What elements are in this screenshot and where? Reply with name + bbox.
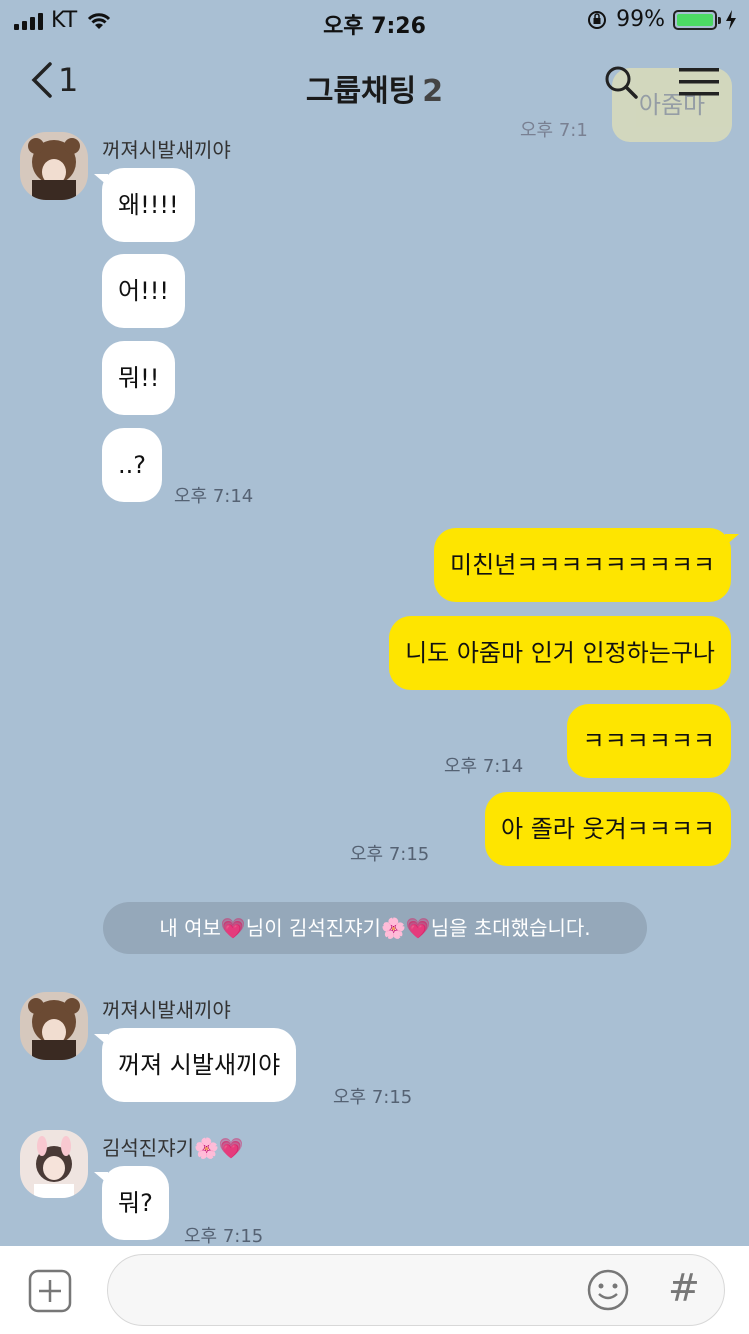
message-input[interactable] [128, 1269, 572, 1315]
message-bubble[interactable]: 꺼져 시발새끼야 [93, 1028, 297, 1102]
my-message-bubble[interactable]: ㅋㅋㅋㅋㅋㅋ [566, 704, 731, 778]
profile-photo-icon [20, 1130, 88, 1198]
timestamp: 오후 7:15 [350, 844, 430, 865]
message-bubble[interactable]: 뭐? [94, 1166, 169, 1240]
message-bubble[interactable]: ..? [102, 428, 162, 502]
charging-icon [726, 9, 736, 30]
my-message-bubble[interactable]: 아 졸라 웃겨ㅋㅋㅋㅋ [485, 792, 731, 866]
timestamp: 오후 7:15 [333, 1087, 413, 1108]
timestamp: 오후 7:14 [174, 486, 254, 507]
message-bubble[interactable]: 왜!!!! [94, 168, 195, 242]
message-bubble[interactable]: 어!!! [102, 254, 185, 328]
input-bar [0, 1246, 749, 1334]
profile-photo-icon [20, 992, 88, 1060]
sender-name: 김석진쟈기🌸💗 [102, 1136, 244, 1160]
rotation-lock-icon [588, 10, 607, 29]
message-bubble[interactable]: 뭐!! [102, 341, 176, 415]
sender-name: 꺼져시발새끼야 [102, 998, 231, 1022]
timestamp: 오후 7:14 [444, 756, 524, 777]
avatar[interactable] [20, 992, 88, 1060]
avatar[interactable] [20, 132, 88, 200]
chat-header: 아줌마 오후 7:1 1 그룹채팅 2 [0, 42, 749, 142]
sender-name: 꺼져시발새끼야 [102, 138, 231, 162]
search-icon[interactable] [603, 64, 639, 100]
hashtag-icon[interactable]: # [668, 1266, 700, 1310]
plus-icon[interactable] [28, 1269, 72, 1313]
system-notice: 내 여보💗님이 김석진쟈기🌸💗님을 초대했습니다. [103, 902, 647, 954]
chat-name: 그룹채팅 [305, 74, 417, 109]
profile-photo-icon [20, 132, 88, 200]
status-bar: KT 오후 7:26 99% [0, 0, 749, 40]
my-message-bubble[interactable]: 미친년ㅋㅋㅋㅋㅋㅋㅋㅋㅋ [434, 528, 739, 602]
member-count: 2 [422, 74, 444, 109]
battery-icon [673, 9, 721, 30]
message-input-field[interactable] [107, 1254, 725, 1326]
timestamp: 오후 7:15 [184, 1226, 264, 1247]
battery-percent: 99% [616, 7, 665, 32]
my-message-bubble[interactable]: 니도 아줌마 인거 인정하는구나 [389, 616, 731, 690]
message-list[interactable]: 꺼져시발새끼야 왜!!!! 어!!! 뭐!! ..? 오후 7:14 미친년ㅋㅋ… [0, 126, 749, 1247]
avatar[interactable] [20, 1130, 88, 1198]
menu-icon[interactable] [679, 66, 719, 98]
emoji-icon[interactable] [586, 1268, 630, 1312]
